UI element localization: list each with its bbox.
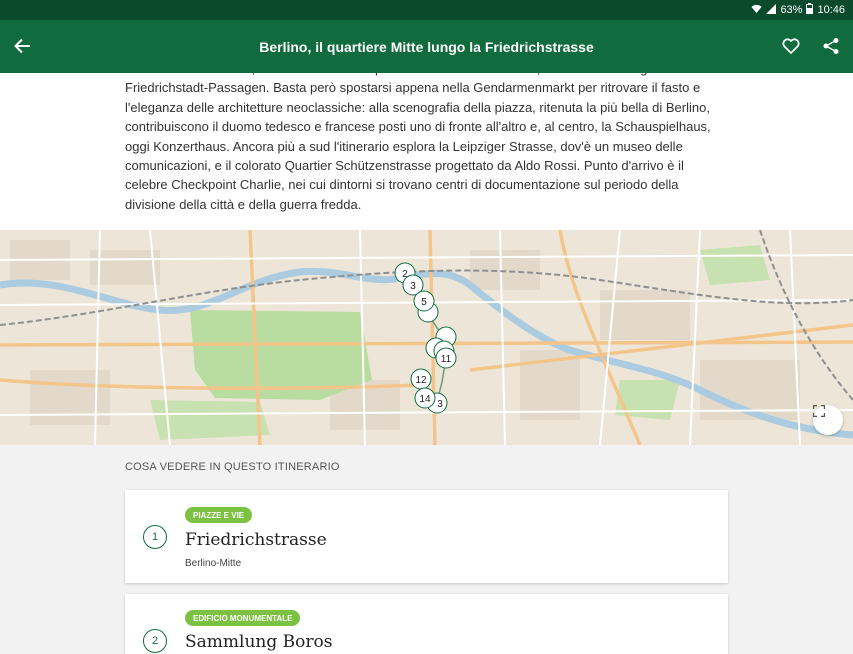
back-button[interactable] <box>8 32 36 60</box>
status-bar: 63% 10:46 <box>0 0 853 20</box>
poi-name: Friedrichstrasse <box>185 530 327 550</box>
poi-card[interactable]: 1 PIAZZE E VIE Friedrichstrasse Berlino-… <box>125 490 728 583</box>
share-icon <box>823 38 839 54</box>
poi-name: Sammlung Boros <box>185 632 333 652</box>
battery-percent: 63% <box>780 4 803 16</box>
battery-icon <box>806 3 814 17</box>
poi-card[interactable]: 2 EDIFICIO MONUMENTALE Sammlung Boros <box>125 594 728 654</box>
fullscreen-icon <box>813 405 825 417</box>
map-marker[interactable]: 14 <box>414 387 436 409</box>
fullscreen-button[interactable] <box>813 405 843 435</box>
section-title: COSA VEDERE IN QUESTO ITINERARIO <box>125 461 340 473</box>
svg-text:3: 3 <box>437 399 443 410</box>
poi-number: 1 <box>143 525 167 549</box>
svg-text:12: 12 <box>415 375 427 386</box>
share-button[interactable] <box>817 32 845 60</box>
map-marker[interactable]: 12 <box>410 368 432 390</box>
map-marker[interactable]: 11 <box>435 347 457 369</box>
arrow-back-icon <box>14 38 30 54</box>
category-badge: EDIFICIO MONUMENTALE <box>185 610 301 626</box>
svg-text:3: 3 <box>410 281 416 292</box>
category-badge: PIAZZE E VIE <box>185 507 253 523</box>
poi-list: 1 PIAZZE E VIE Friedrichstrasse Berlino-… <box>0 481 853 654</box>
route-map[interactable]: 2 3 5 11 12 3 14 <box>0 230 853 445</box>
description-panel: stazione della S-Bahn, la strada si fa m… <box>0 73 853 230</box>
wifi-icon <box>751 4 762 17</box>
clock: 10:46 <box>817 4 845 16</box>
svg-text:11: 11 <box>441 354 452 365</box>
page-title: Berlino, il quartiere Mitte lungo la Fri… <box>259 38 594 55</box>
app-bar: Berlino, il quartiere Mitte lungo la Fri… <box>0 20 853 73</box>
map-marker[interactable]: 5 <box>413 290 435 312</box>
poi-number: 2 <box>143 629 167 653</box>
favorite-button[interactable] <box>777 32 805 60</box>
description-text: stazione della S-Bahn, la strada si fa m… <box>125 73 723 212</box>
signal-icon <box>766 3 777 17</box>
heart-icon <box>782 38 800 54</box>
poi-location: Berlino-Mitte <box>185 558 242 569</box>
svg-text:14: 14 <box>419 394 431 405</box>
svg-text:5: 5 <box>421 297 427 308</box>
map-markers: 2 3 5 11 12 3 14 <box>394 262 457 414</box>
